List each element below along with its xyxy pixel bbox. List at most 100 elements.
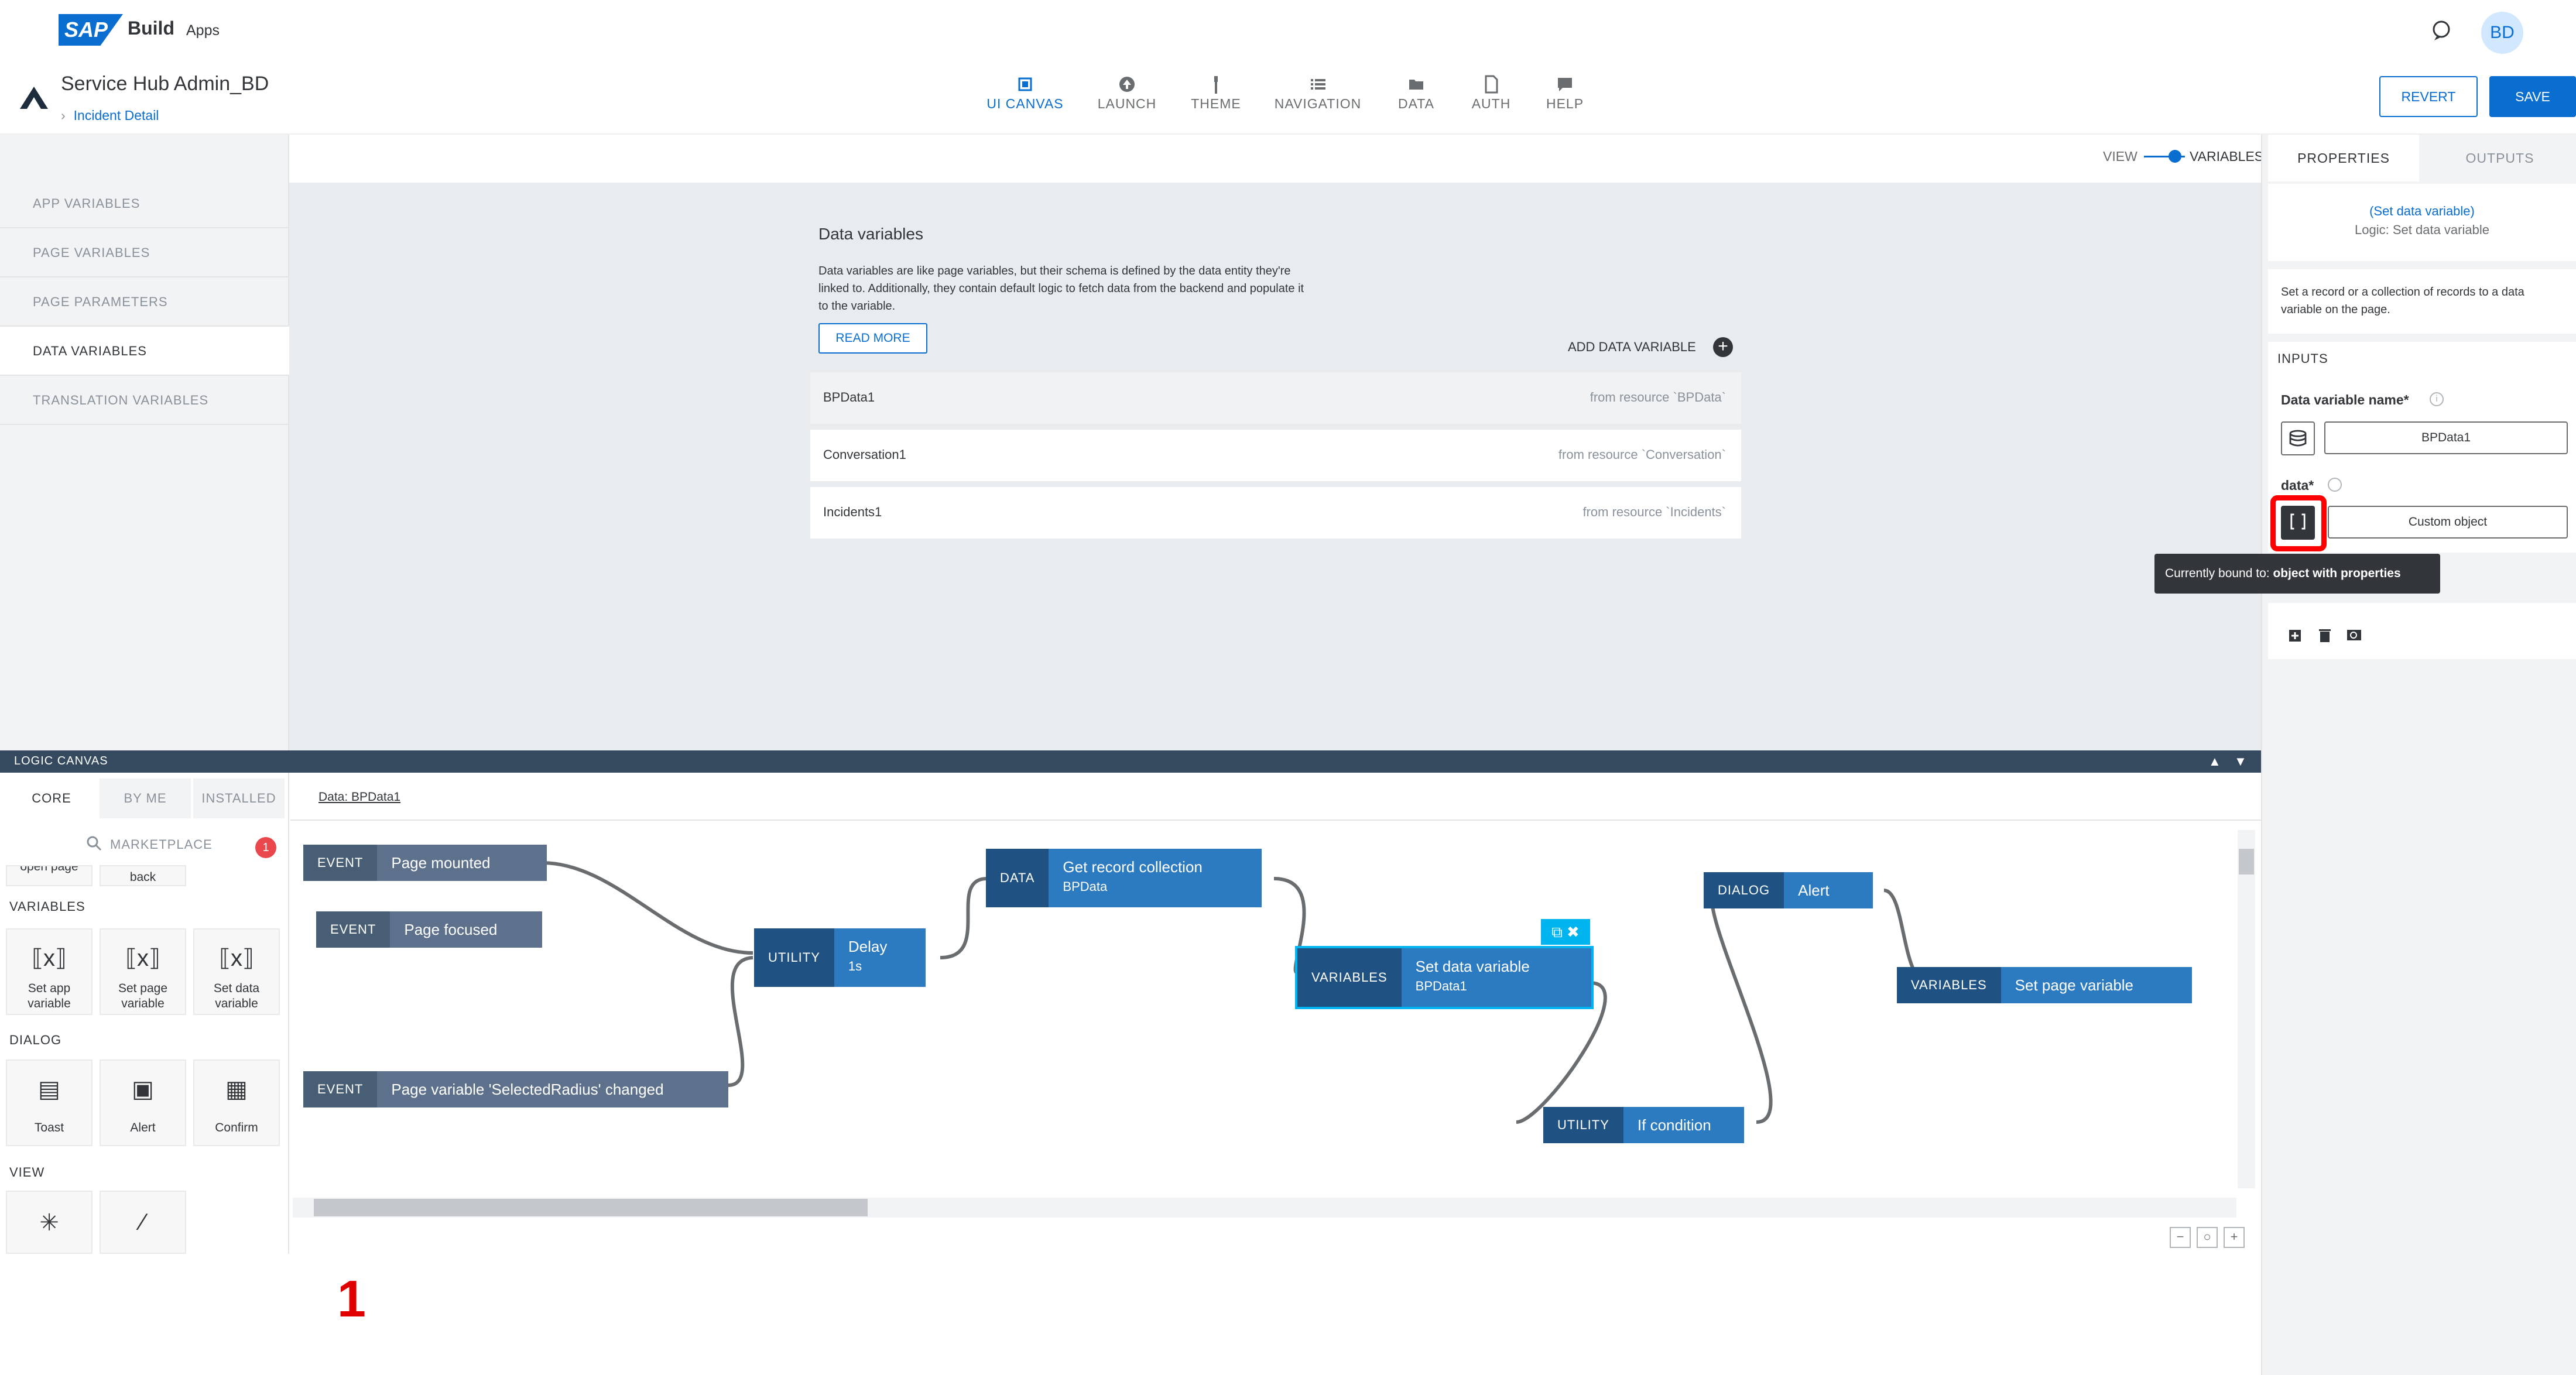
node-label: Alert bbox=[1784, 872, 1873, 908]
palette-card-toast[interactable]: ▤ Toast bbox=[6, 1059, 93, 1146]
node-radius-changed[interactable]: EVENT Page variable 'SelectedRadius' chan… bbox=[303, 1071, 729, 1107]
tab-installed[interactable]: INSTALLED bbox=[193, 779, 285, 818]
close-icon[interactable]: ✖ bbox=[1567, 923, 1580, 941]
node-if-condition[interactable]: UTILITY If condition bbox=[1543, 1107, 1744, 1143]
view-toggle-knob[interactable] bbox=[2169, 150, 2181, 163]
palette-section-dialog: DIALOG bbox=[9, 1033, 62, 1047]
tab-theme[interactable]: THEME bbox=[1172, 73, 1260, 112]
palette-card-set-data-variable[interactable]: ⟦x⟧ Set data variable bbox=[193, 928, 280, 1015]
info-icon[interactable] bbox=[2328, 478, 2342, 492]
revert-button[interactable]: REVERT bbox=[2379, 76, 2478, 117]
breadcrumb[interactable]: › Incident Detail bbox=[61, 108, 159, 124]
spinner-icon: ✳ bbox=[39, 1210, 59, 1236]
sidebar-item-page-variables[interactable]: PAGE VARIABLES bbox=[0, 228, 289, 277]
zoom-in-button[interactable]: + bbox=[2224, 1227, 2245, 1248]
tab-label: DATA bbox=[1398, 96, 1434, 111]
add-copy-icon[interactable] bbox=[2287, 626, 2304, 644]
node-label: Set data variable BPData1 bbox=[1401, 948, 1591, 1007]
horizontal-scroll-thumb[interactable] bbox=[314, 1199, 868, 1216]
flow-tab-bpdata1[interactable]: Data: BPData1 bbox=[318, 790, 400, 804]
palette-card-label: back bbox=[129, 870, 156, 884]
tab-label: HELP bbox=[1546, 96, 1584, 111]
tab-navigation[interactable]: NAVIGATION bbox=[1274, 73, 1362, 112]
app-logo-icon bbox=[20, 87, 48, 109]
magic-wand-icon: ⁄ bbox=[141, 1209, 145, 1235]
info-icon[interactable]: i bbox=[2430, 392, 2444, 406]
node-set-page-variable[interactable]: VARIABLES Set page variable bbox=[1897, 967, 2192, 1003]
palette-card-set-app-variable[interactable]: ⟦x⟧ Set app variable bbox=[6, 928, 93, 1015]
palette-card-open-page[interactable]: open page bbox=[6, 865, 93, 886]
tab-ui-canvas[interactable]: UI CANVAS bbox=[981, 73, 1069, 112]
binding-tooltip: Currently bound to: object with properti… bbox=[2154, 554, 2440, 594]
launch-icon bbox=[1119, 77, 1135, 92]
view-toggle-label[interactable]: VIEW bbox=[2103, 149, 2137, 164]
highlight-box bbox=[2270, 495, 2327, 551]
palette-card-set-page-variable[interactable]: ⟦x⟧ Set page variable bbox=[100, 928, 186, 1015]
tab-core[interactable]: CORE bbox=[6, 779, 97, 818]
node-subtitle: 1s bbox=[848, 959, 862, 973]
read-more-button[interactable]: READ MORE bbox=[818, 323, 927, 354]
canvas-icon bbox=[1018, 77, 1032, 91]
node-category: UTILITY bbox=[1543, 1107, 1623, 1143]
sidebar-item-app-variables[interactable]: APP VARIABLES bbox=[0, 179, 289, 228]
function-link[interactable]: (Set data variable) bbox=[2268, 204, 2576, 219]
step-marker: 1 bbox=[337, 1270, 366, 1328]
node-actions[interactable]: ⧉ ✖ bbox=[1541, 919, 1590, 945]
expand-up-icon[interactable]: ▲ bbox=[2208, 754, 2221, 769]
sidebar-item-data-variables[interactable]: DATA VARIABLES bbox=[0, 327, 289, 376]
function-subtitle: Logic: Set data variable bbox=[2355, 222, 2489, 237]
user-avatar[interactable]: BD bbox=[2481, 12, 2523, 54]
tab-properties[interactable]: PROPERTIES bbox=[2268, 135, 2419, 181]
palette-card-confirm[interactable]: ▦ Confirm bbox=[193, 1059, 280, 1146]
save-button[interactable]: SAVE bbox=[2489, 76, 2576, 117]
node-title: Delay bbox=[848, 938, 888, 955]
node-set-data-variable[interactable]: VARIABLES Set data variable BPData1 bbox=[1295, 946, 1594, 1009]
node-subtitle: BPData bbox=[1063, 879, 1108, 894]
collapse-down-icon[interactable]: ▼ bbox=[2234, 754, 2247, 769]
palette-card-spinner[interactable]: ✳ bbox=[6, 1191, 93, 1254]
node-title: Get record collection bbox=[1063, 858, 1203, 876]
zoom-out-button[interactable]: − bbox=[2170, 1227, 2191, 1248]
node-get-record-collection[interactable]: DATA Get record collection BPData bbox=[986, 849, 1262, 907]
node-label: Page variable 'SelectedRadius' changed bbox=[377, 1071, 729, 1107]
tab-outputs[interactable]: OUTPUTS bbox=[2424, 135, 2576, 181]
data-variable-binding-button[interactable] bbox=[2281, 421, 2315, 455]
marketplace-link[interactable]: MARKETPLACE bbox=[110, 837, 213, 852]
tab-label: UI CANVAS bbox=[986, 96, 1064, 111]
data-variable-name: Incidents1 bbox=[823, 505, 882, 519]
inspect-icon[interactable] bbox=[2345, 626, 2363, 644]
tab-by-me[interactable]: BY ME bbox=[100, 779, 191, 818]
palette-card-wand[interactable]: ⁄ bbox=[100, 1191, 186, 1254]
node-label: Delay 1s bbox=[834, 928, 926, 987]
copy-icon[interactable]: ⧉ bbox=[1551, 923, 1563, 941]
tooltip-prefix: Currently bound to: bbox=[2165, 567, 2273, 580]
data-field[interactable]: Custom object bbox=[2328, 506, 2568, 539]
data-variable-row[interactable]: BPData1 from resource `BPData` bbox=[810, 372, 1741, 424]
vertical-scrollbar[interactable] bbox=[2238, 830, 2255, 1188]
tab-launch[interactable]: LAUNCH bbox=[1083, 73, 1171, 112]
plus-circle-icon[interactable]: + bbox=[1713, 337, 1733, 357]
data-variable-name-field[interactable]: BPData1 bbox=[2324, 421, 2568, 454]
data-variable-row[interactable]: Incidents1 from resource `Incidents` bbox=[810, 487, 1741, 539]
node-page-mounted[interactable]: EVENT Page mounted bbox=[303, 845, 547, 881]
palette-card-alert[interactable]: ▣ Alert bbox=[100, 1059, 186, 1146]
inputs-section-label: INPUTS bbox=[2277, 351, 2328, 366]
tab-help[interactable]: HELP bbox=[1521, 73, 1609, 112]
palette-section-view: VIEW bbox=[9, 1165, 45, 1179]
sidebar-item-page-parameters[interactable]: PAGE PARAMETERS bbox=[0, 277, 289, 327]
delete-icon[interactable] bbox=[2316, 626, 2334, 644]
zoom-reset-button[interactable]: ○ bbox=[2197, 1227, 2218, 1248]
variables-toggle-label[interactable]: VARIABLES bbox=[2190, 149, 2263, 164]
palette-card-back[interactable]: back bbox=[100, 865, 186, 886]
data-variable-row[interactable]: Conversation1 from resource `Conversatio… bbox=[810, 430, 1741, 481]
node-alert[interactable]: DIALOG Alert bbox=[1704, 872, 1873, 908]
node-delay[interactable]: UTILITY Delay 1s bbox=[754, 928, 926, 987]
notification-icon[interactable] bbox=[2430, 19, 2453, 42]
function-description: Set a record or a collection of records … bbox=[2281, 286, 2524, 316]
sidebar-item-translation-variables[interactable]: TRANSLATION VARIABLES bbox=[0, 376, 289, 425]
node-page-focused[interactable]: EVENT Page focused bbox=[316, 911, 543, 948]
palette-card-label: Set app variable bbox=[28, 982, 71, 1010]
add-data-variable-link[interactable]: ADD DATA VARIABLE bbox=[1568, 340, 1696, 355]
vertical-scroll-thumb[interactable] bbox=[2239, 849, 2254, 875]
breadcrumb-page[interactable]: Incident Detail bbox=[74, 108, 159, 123]
